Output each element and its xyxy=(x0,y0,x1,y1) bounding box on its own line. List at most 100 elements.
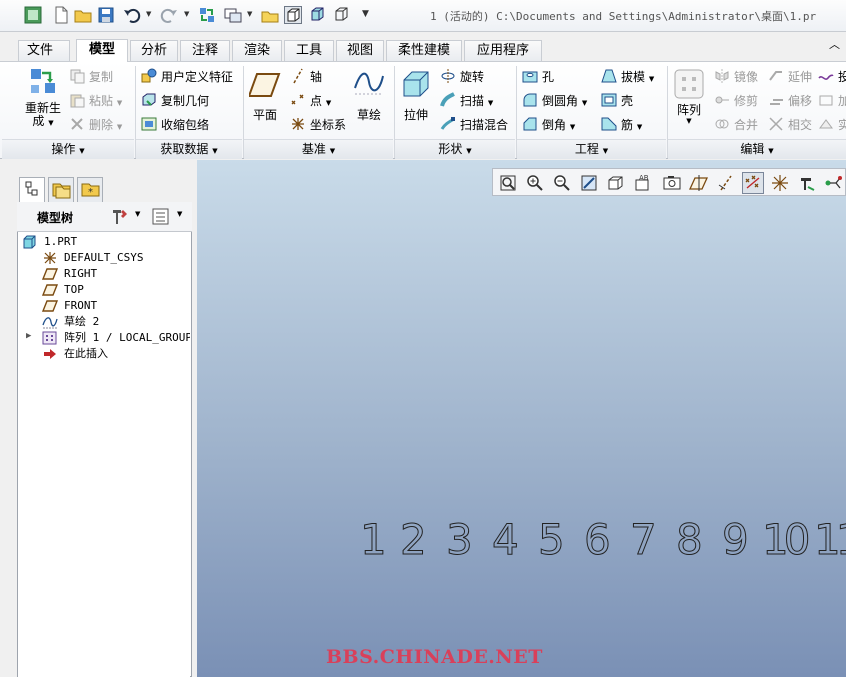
copy-button[interactable]: 复制 xyxy=(69,68,113,86)
app-logo-icon[interactable] xyxy=(24,6,42,24)
open-folder-2-icon[interactable] xyxy=(261,6,279,24)
revolve-button[interactable]: 旋转 xyxy=(440,68,484,86)
datum-point-display-button[interactable] xyxy=(742,172,764,194)
undo-icon[interactable] xyxy=(123,6,141,24)
draft-button[interactable]: 拔模 ▼ xyxy=(601,68,654,86)
tab-view[interactable]: 视图 xyxy=(336,40,384,61)
csys-display-button[interactable] xyxy=(769,172,791,194)
windows-icon[interactable] xyxy=(224,6,242,24)
user-defined-feature-button[interactable]: 用户定义特征 xyxy=(141,68,233,86)
shrinkwrap-icon xyxy=(141,116,157,132)
datum-axis-display-button[interactable] xyxy=(715,172,737,194)
copy-geometry-button[interactable]: 复制几何 xyxy=(141,92,209,110)
mirror-button[interactable]: 镜像 xyxy=(714,68,758,86)
tree-item-insert-here[interactable]: 在此插入 xyxy=(42,346,188,362)
swept-blend-button[interactable]: 扫描混合 xyxy=(440,116,508,134)
expand-arrow-icon[interactable]: ▶ xyxy=(26,331,31,341)
undo-dropdown-icon[interactable]: ▼ xyxy=(146,10,153,18)
datum-plane-icon xyxy=(42,268,58,280)
tree-item-right[interactable]: RIGHT xyxy=(42,266,188,282)
customize-toolbar-icon[interactable]: ▼ xyxy=(362,9,369,19)
tree-item-front[interactable]: FRONT xyxy=(42,298,188,314)
extrude-icon xyxy=(403,71,429,97)
refit-button[interactable] xyxy=(497,172,519,194)
shell-button[interactable]: 壳 xyxy=(601,92,633,110)
group-shapes[interactable]: 形状 ▼ xyxy=(395,139,515,159)
window-title: 1 (活动的) C:\Documents and Settings\Admini… xyxy=(430,10,817,23)
extend-button[interactable]: 延伸 xyxy=(768,68,812,86)
save-icon[interactable] xyxy=(97,6,115,24)
tree-item-top[interactable]: TOP xyxy=(42,282,188,298)
paste-button[interactable]: 粘贴 ▼ xyxy=(69,92,122,110)
chamfer-button[interactable]: 倒角 ▼ xyxy=(522,116,575,134)
group-get-data[interactable]: 获取数据 ▼ xyxy=(136,139,242,159)
csys-button[interactable]: 坐标系 xyxy=(290,116,346,134)
tab-file[interactable]: 文件 ▼ xyxy=(18,40,70,76)
tab-analysis-label: 分析 xyxy=(140,43,167,58)
shrinkwrap-button[interactable]: 收缩包络 xyxy=(141,116,209,134)
point-button[interactable]: 点 ▼ xyxy=(290,92,331,110)
zoom-in-button[interactable] xyxy=(524,172,546,194)
solidify-button[interactable]: 实 xyxy=(818,116,846,134)
wireframe-icon[interactable] xyxy=(333,6,351,24)
hole-button[interactable]: 孔 xyxy=(522,68,554,86)
graphics-viewport[interactable] xyxy=(197,160,846,677)
open-folder-icon[interactable] xyxy=(74,6,92,24)
minimize-ribbon-icon[interactable]: ︿ xyxy=(829,36,840,52)
tab-applications[interactable]: 应用程序 xyxy=(464,40,542,61)
plane-button[interactable]: 平面 xyxy=(246,70,284,123)
tab-annotate[interactable]: 注释 xyxy=(180,40,230,61)
tree-item-sketch[interactable]: 草绘 2 xyxy=(42,314,188,330)
tree-show-button[interactable]: ▼ xyxy=(151,207,187,227)
round-button[interactable]: 倒圆角 ▼ xyxy=(522,92,587,110)
trim-button[interactable]: 修剪 xyxy=(714,92,758,110)
redo-icon[interactable] xyxy=(160,6,178,24)
folder-browser-tab[interactable] xyxy=(48,177,74,202)
tab-model[interactable]: 模型 xyxy=(76,39,128,62)
tab-analysis[interactable]: 分析 xyxy=(130,40,178,61)
group-engineering[interactable]: 工程 ▼ xyxy=(517,139,666,159)
shading-solid-icon[interactable] xyxy=(309,6,327,24)
zoom-out-button[interactable] xyxy=(551,172,573,194)
tree-settings-button[interactable]: ▼ xyxy=(109,207,145,227)
windows-dropdown-icon[interactable]: ▼ xyxy=(247,10,254,18)
shading-icon[interactable] xyxy=(284,6,302,24)
view-manager-button[interactable] xyxy=(661,172,683,194)
new-file-icon[interactable] xyxy=(52,6,70,24)
tree-item-default-csys[interactable]: DEFAULT_CSYS xyxy=(42,250,188,266)
sweep-icon xyxy=(440,92,456,108)
sweep-button[interactable]: 扫描 ▼ xyxy=(440,92,493,110)
intersect-icon xyxy=(768,116,784,132)
tree-item-pattern[interactable]: 阵列 1 / LOCAL_GROUP_ xyxy=(42,330,190,346)
tab-render[interactable]: 渲染 xyxy=(232,40,282,61)
display-style-button[interactable]: AB xyxy=(632,172,654,194)
offset-button[interactable]: 偏移 xyxy=(768,92,812,110)
rib-button[interactable]: 筋 ▼ xyxy=(601,116,642,134)
group-datum[interactable]: 基准 ▼ xyxy=(244,139,393,159)
insert-here-arrow-icon xyxy=(44,349,56,359)
saved-orientations-button[interactable] xyxy=(605,172,627,194)
tab-tools[interactable]: 工具 xyxy=(284,40,334,61)
merge-button[interactable]: 合并 xyxy=(714,116,758,134)
group-editing[interactable]: 编辑 ▼ xyxy=(668,139,846,159)
redo-dropdown-icon[interactable]: ▼ xyxy=(184,10,191,18)
regenerate-button[interactable]: 重新生 成 ▼ xyxy=(22,66,64,130)
model-tree-tab[interactable] xyxy=(19,177,45,203)
annotation-display-button[interactable] xyxy=(823,172,845,194)
project-button[interactable]: 投 xyxy=(818,68,846,86)
tree-item-part[interactable]: 1.PRT xyxy=(22,234,172,250)
repaint-button[interactable] xyxy=(578,172,600,194)
group-operations[interactable]: 操作 ▼ xyxy=(2,139,134,159)
axis-button[interactable]: 轴 xyxy=(290,68,322,86)
regenerate-icon[interactable] xyxy=(198,6,216,24)
tab-flexible-modeling[interactable]: 柔性建模 xyxy=(386,40,462,61)
intersect-button[interactable]: 相交 xyxy=(768,116,812,134)
spin-center-button[interactable] xyxy=(796,172,818,194)
datum-plane-display-button[interactable] xyxy=(688,172,710,194)
extrude-button[interactable]: 拉伸 xyxy=(398,68,434,123)
delete-button[interactable]: 删除 ▼ xyxy=(69,116,122,134)
thicken-button[interactable]: 加 xyxy=(818,92,846,110)
favorites-tab[interactable]: * xyxy=(77,177,103,202)
sketch-button[interactable]: 草绘 xyxy=(350,68,388,123)
pattern-button[interactable]: 阵列 ▼ xyxy=(670,68,708,126)
